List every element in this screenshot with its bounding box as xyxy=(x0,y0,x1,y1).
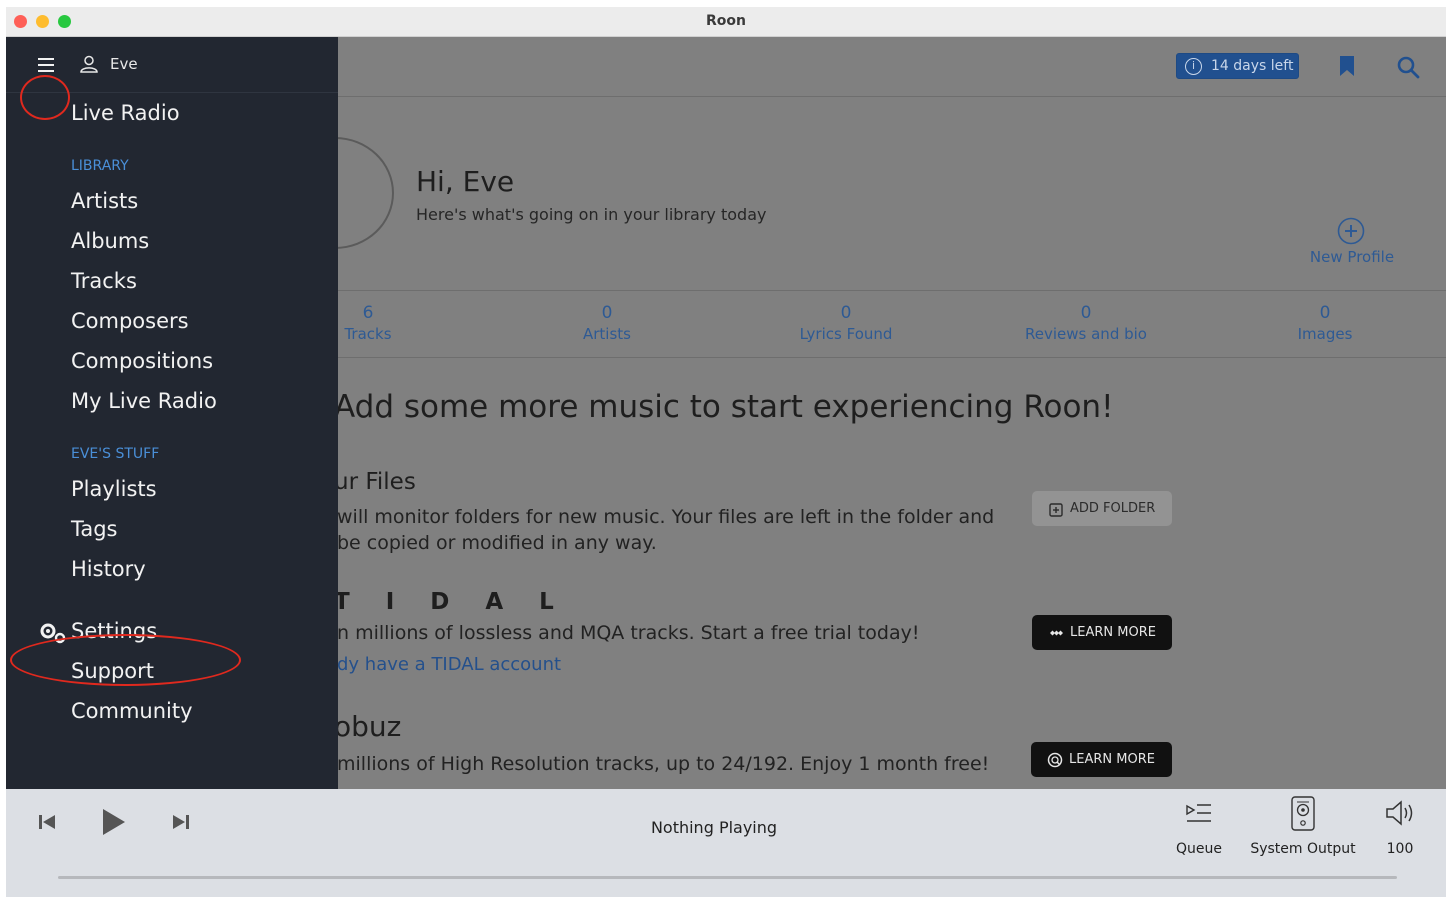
files-title: ur Files xyxy=(334,469,416,495)
greeting-title: Hi, Eve xyxy=(416,165,515,198)
queue-icon[interactable] xyxy=(1184,801,1214,827)
roon-window: Roon i 14 days left Hi, Eve Here's what'… xyxy=(6,7,1446,897)
play-icon[interactable] xyxy=(101,807,127,837)
library-section-header: LIBRARY xyxy=(71,158,129,174)
add-profile-icon[interactable] xyxy=(1337,217,1365,245)
qobuz-description: millions of High Resolution tracks, up t… xyxy=(337,753,990,775)
queue-label[interactable]: Queue xyxy=(1169,841,1229,857)
speaker-device-icon[interactable] xyxy=(1289,794,1317,832)
search-icon[interactable] xyxy=(1396,55,1420,79)
add-folder-button[interactable]: ADD FOLDER xyxy=(1032,491,1172,526)
navigation-sidebar: Eve Live Radio LIBRARY Artists Albums Tr… xyxy=(6,37,338,789)
stat-images[interactable]: 0 Images xyxy=(1225,303,1425,343)
stat-artists[interactable]: 0 Artists xyxy=(507,303,707,343)
system-output-label[interactable]: System Output xyxy=(1246,841,1360,857)
qobuz-title: obuz xyxy=(334,710,402,743)
title-bar: Roon xyxy=(6,7,1446,37)
stat-reviews[interactable]: 0 Reviews and bio xyxy=(986,303,1186,343)
cta-heading: Add some more music to start experiencin… xyxy=(334,389,1114,425)
stat-value: 0 xyxy=(1319,303,1331,323)
stat-value: 0 xyxy=(1080,303,1092,323)
sidebar-item-tracks[interactable]: Tracks xyxy=(71,269,137,293)
eves-stuff-section-header: EVE'S STUFF xyxy=(71,446,160,462)
qobuz-logo-icon xyxy=(1047,752,1063,768)
stat-label: Images xyxy=(1297,325,1353,343)
stat-label: Lyrics Found xyxy=(799,325,893,343)
qobuz-learn-more-label: LEARN MORE xyxy=(1069,752,1155,767)
sidebar-item-history[interactable]: History xyxy=(71,557,146,581)
sidebar-item-my-live-radio[interactable]: My Live Radio xyxy=(71,389,217,413)
previous-track-icon[interactable] xyxy=(38,813,56,831)
stat-value: 0 xyxy=(840,303,852,323)
hamburger-menu-icon[interactable] xyxy=(36,57,56,73)
now-playing-status: Nothing Playing xyxy=(650,818,778,837)
stat-label: Reviews and bio xyxy=(1025,325,1147,343)
sidebar-item-artists[interactable]: Artists xyxy=(71,189,138,213)
bookmark-icon[interactable] xyxy=(1339,55,1355,77)
sidebar-item-composers[interactable]: Composers xyxy=(71,309,189,333)
sidebar-item-live-radio[interactable]: Live Radio xyxy=(71,101,180,125)
sidebar-item-playlists[interactable]: Playlists xyxy=(71,477,157,501)
trial-badge[interactable]: i 14 days left xyxy=(1176,53,1299,79)
files-description-1: will monitor folders for new music. Your… xyxy=(337,506,995,528)
tidal-learn-more-button[interactable]: LEARN MORE xyxy=(1032,615,1172,650)
qobuz-learn-more-button[interactable]: LEARN MORE xyxy=(1031,742,1172,777)
info-icon: i xyxy=(1185,58,1202,75)
user-icon[interactable] xyxy=(79,54,99,74)
sidebar-item-community[interactable]: Community xyxy=(71,699,193,723)
add-folder-label: ADD FOLDER xyxy=(1070,501,1156,516)
tidal-description: n millions of lossless and MQA tracks. S… xyxy=(337,622,920,644)
sidebar-item-tags[interactable]: Tags xyxy=(71,517,118,541)
stat-value: 0 xyxy=(601,303,613,323)
greeting-subtitle: Here's what's going on in your library t… xyxy=(416,205,767,224)
next-track-icon[interactable] xyxy=(172,813,190,831)
user-name[interactable]: Eve xyxy=(110,55,138,73)
player-bar: Nothing Playing Queue System Output 100 xyxy=(6,789,1446,897)
tidal-title: T I D A L xyxy=(334,589,568,615)
folder-add-icon xyxy=(1049,503,1063,517)
files-description-2: be copied or modified in any way. xyxy=(337,532,657,554)
sidebar-item-albums[interactable]: Albums xyxy=(71,229,149,253)
trial-label: 14 days left xyxy=(1211,58,1294,74)
tidal-logo-icon xyxy=(1050,630,1063,636)
window-title: Roon xyxy=(706,13,746,29)
tidal-account-link[interactable]: dy have a TIDAL account xyxy=(337,654,561,675)
volume-level[interactable]: 100 xyxy=(1370,841,1430,857)
stat-label: Artists xyxy=(583,325,631,343)
new-profile-link[interactable]: New Profile xyxy=(1296,248,1408,266)
volume-icon[interactable] xyxy=(1384,799,1416,827)
tidal-learn-more-label: LEARN MORE xyxy=(1070,625,1156,640)
annotation-circle-menu xyxy=(20,75,70,120)
annotation-circle-settings xyxy=(10,634,241,686)
sidebar-item-compositions[interactable]: Compositions xyxy=(71,349,213,373)
stat-lyrics[interactable]: 0 Lyrics Found xyxy=(746,303,946,343)
seek-bar[interactable] xyxy=(58,876,1397,879)
